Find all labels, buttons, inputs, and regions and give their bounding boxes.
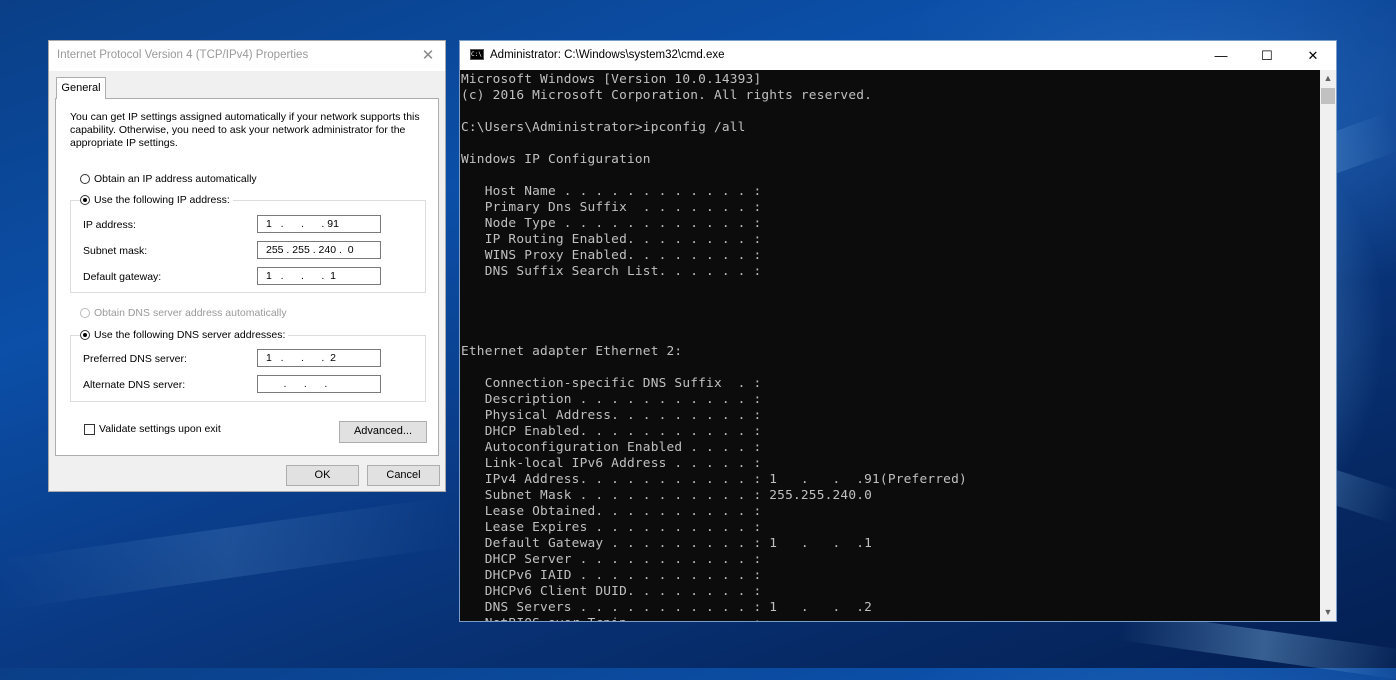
use-following-ip-label: Use the following IP address: <box>94 194 230 206</box>
radio-off-icon <box>80 174 90 184</box>
scroll-down-icon[interactable]: ▼ <box>1320 604 1336 621</box>
ip-address-group: IP address: 1 . . . 91 Subnet mask: 255 … <box>70 200 426 293</box>
use-following-dns-label: Use the following DNS server addresses: <box>94 329 286 341</box>
vertical-scrollbar[interactable]: ▲ ▼ <box>1320 70 1336 621</box>
use-following-ip-radio[interactable]: Use the following IP address: <box>80 194 233 206</box>
preferred-dns-label: Preferred DNS server: <box>83 353 187 365</box>
cmd-title: Administrator: C:\Windows\system32\cmd.e… <box>490 49 725 61</box>
scroll-thumb[interactable] <box>1321 88 1335 104</box>
obtain-dns-auto-radio[interactable]: Obtain DNS server address automatically <box>80 307 287 319</box>
radio-on-icon <box>80 195 90 205</box>
preferred-dns-field[interactable]: 1 . . . 2 <box>257 349 381 367</box>
cancel-button[interactable]: Cancel <box>367 465 440 486</box>
advanced-button[interactable]: Advanced... <box>339 421 427 443</box>
radio-off-icon <box>80 308 90 318</box>
description-text: You can get IP settings assigned automat… <box>70 111 420 149</box>
close-icon[interactable]: ✕ <box>1290 41 1336 70</box>
alternate-dns-field[interactable]: . . . <box>257 375 381 393</box>
console-icon: C:\ <box>470 49 484 60</box>
cmd-window: C:\ Administrator: C:\Windows\system32\c… <box>459 40 1337 622</box>
dialog-title-bar[interactable]: Internet Protocol Version 4 (TCP/IPv4) P… <box>49 41 445 71</box>
scroll-up-icon[interactable]: ▲ <box>1320 70 1336 87</box>
console-area[interactable]: Microsoft Windows [Version 10.0.14393] (… <box>460 70 1320 621</box>
default-gateway-label: Default gateway: <box>83 271 162 283</box>
ip-address-label: IP address: <box>83 219 136 231</box>
obtain-dns-auto-label: Obtain DNS server address automatically <box>94 307 287 319</box>
dialog-title: Internet Protocol Version 4 (TCP/IPv4) P… <box>57 49 309 61</box>
ip-address-field[interactable]: 1 . . . 91 <box>257 215 381 233</box>
default-gateway-field[interactable]: 1 . . . 1 <box>257 267 381 285</box>
validate-settings-label: Validate settings upon exit <box>99 423 221 435</box>
tab-general[interactable]: General <box>56 77 106 99</box>
subnet-mask-label: Subnet mask: <box>83 245 148 257</box>
use-following-dns-radio[interactable]: Use the following DNS server addresses: <box>80 329 289 341</box>
cmd-title-bar[interactable]: C:\ Administrator: C:\Windows\system32\c… <box>460 41 1336 70</box>
ipv4-properties-dialog: Internet Protocol Version 4 (TCP/IPv4) P… <box>48 40 446 492</box>
minimize-icon[interactable]: — <box>1198 41 1244 70</box>
radio-on-icon <box>80 330 90 340</box>
ok-button[interactable]: OK <box>286 465 359 486</box>
general-panel: You can get IP settings assigned automat… <box>55 98 439 456</box>
maximize-icon[interactable]: ☐ <box>1244 41 1290 70</box>
console-output: Microsoft Windows [Version 10.0.14393] (… <box>461 72 967 621</box>
dns-server-group: Preferred DNS server: 1 . . . 2 Alternat… <box>70 335 426 402</box>
obtain-ip-auto-label: Obtain an IP address automatically <box>94 173 257 185</box>
subnet-mask-field[interactable]: 255 . 255 . 240 . 0 <box>257 241 381 259</box>
checkbox-unchecked-icon <box>84 423 95 435</box>
alternate-dns-label: Alternate DNS server: <box>83 379 186 391</box>
obtain-ip-auto-radio[interactable]: Obtain an IP address automatically <box>80 173 257 185</box>
validate-settings-checkbox[interactable]: Validate settings upon exit <box>84 423 221 435</box>
close-icon[interactable]: ✕ <box>417 45 439 67</box>
